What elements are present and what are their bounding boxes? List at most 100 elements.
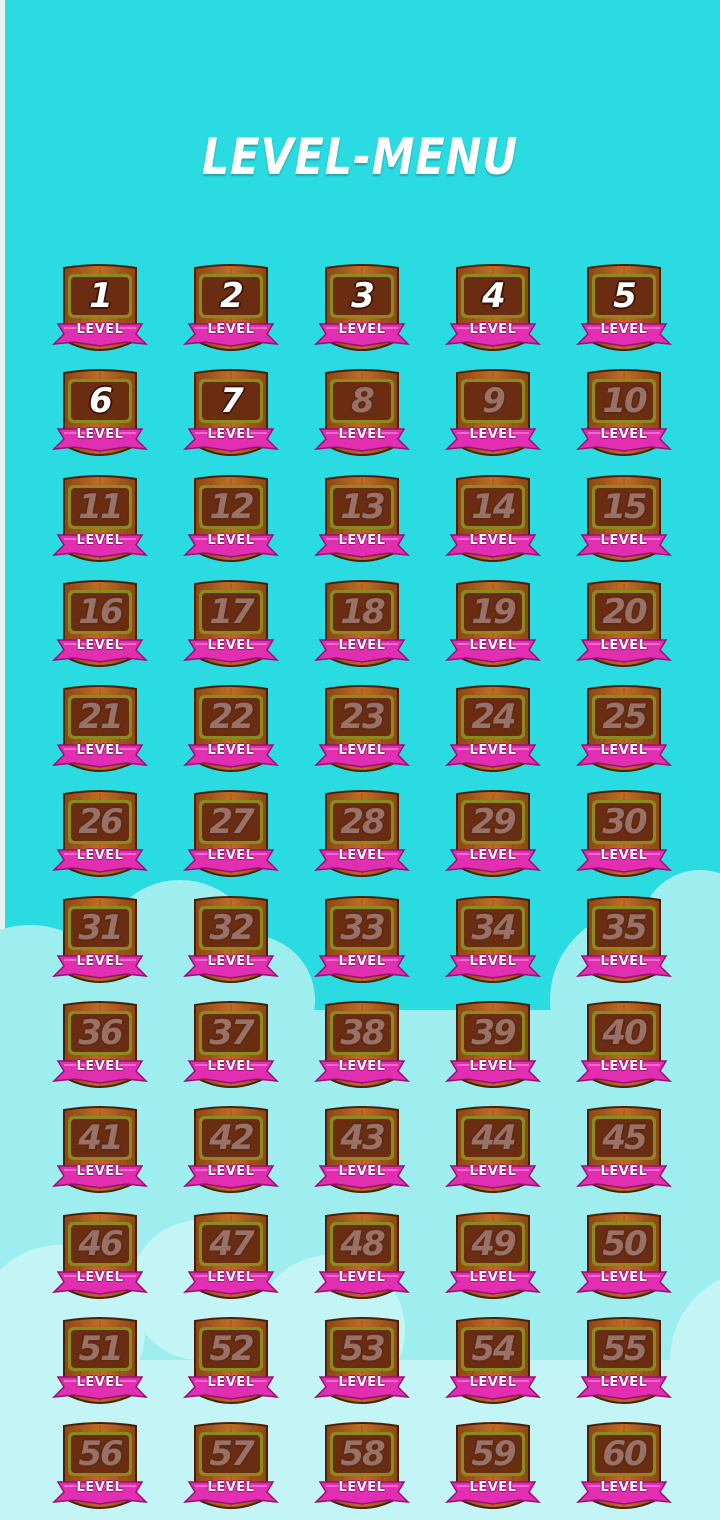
level-button-15[interactable]: 15 LEVEL [574, 473, 674, 573]
level-label: LEVEL [600, 1374, 648, 1390]
page-title: LEVEL-MENU [201, 128, 519, 186]
level-button-16[interactable]: 16 LEVEL [50, 578, 150, 678]
level-label: LEVEL [76, 427, 124, 443]
level-number: 58 [340, 1434, 385, 1475]
level-label: LEVEL [338, 637, 386, 653]
level-button-5[interactable]: 5 LEVEL [574, 262, 674, 362]
level-button-11[interactable]: 11 LEVEL [50, 473, 150, 573]
level-label: LEVEL [600, 322, 648, 337]
level-number: 2 [220, 276, 244, 316]
level-button-44[interactable]: 44 LEVEL [443, 1104, 543, 1204]
level-number: 56 [78, 1434, 123, 1475]
level-button-34[interactable]: 34 LEVEL [443, 894, 543, 994]
level-button-40[interactable]: 40 LEVEL [574, 999, 674, 1099]
level-number: 18 [340, 591, 385, 632]
level-button-53[interactable]: 53 LEVEL [312, 1315, 412, 1415]
level-label: LEVEL [207, 427, 255, 443]
level-button-29[interactable]: 29 LEVEL [443, 788, 543, 888]
level-button-18[interactable]: 18 LEVEL [312, 578, 412, 678]
level-button-46[interactable]: 46 LEVEL [50, 1210, 150, 1310]
level-label: LEVEL [469, 1059, 517, 1075]
level-button-14[interactable]: 14 LEVEL [443, 473, 543, 573]
level-button-22[interactable]: 22 LEVEL [181, 683, 281, 783]
level-number: 60 [602, 1434, 647, 1475]
level-button-39[interactable]: 39 LEVEL [443, 999, 543, 1099]
level-button-19[interactable]: 19 LEVEL [443, 578, 543, 678]
level-button-30[interactable]: 30 LEVEL [574, 788, 674, 888]
level-label: LEVEL [600, 743, 648, 759]
level-number: 39 [471, 1013, 516, 1054]
level-button-54[interactable]: 54 LEVEL [443, 1315, 543, 1415]
level-number: 49 [471, 1223, 516, 1264]
level-button-21[interactable]: 21 LEVEL [50, 683, 150, 783]
level-label: LEVEL [338, 1374, 386, 1390]
level-label: LEVEL [338, 532, 386, 548]
level-label: LEVEL [338, 953, 386, 969]
level-button-17[interactable]: 17 LEVEL [181, 578, 281, 678]
level-number: 34 [471, 907, 516, 948]
level-number: 27 [209, 802, 254, 843]
level-label: LEVEL [469, 953, 517, 969]
level-label: LEVEL [76, 322, 124, 337]
level-button-45[interactable]: 45 LEVEL [574, 1104, 674, 1204]
level-button-56[interactable]: 56 LEVEL [50, 1420, 150, 1520]
level-button-10[interactable]: 10 LEVEL [574, 367, 674, 467]
level-button-48[interactable]: 48 LEVEL [312, 1210, 412, 1310]
level-label: LEVEL [76, 1059, 124, 1075]
level-button-1[interactable]: 1 LEVEL [50, 262, 150, 362]
level-number: 8 [351, 381, 375, 422]
level-button-4[interactable]: 4 LEVEL [443, 262, 543, 362]
level-label: LEVEL [338, 1269, 386, 1285]
level-number: 35 [602, 907, 647, 948]
level-label: LEVEL [76, 532, 124, 548]
level-button-57[interactable]: 57 LEVEL [181, 1420, 281, 1520]
level-button-28[interactable]: 28 LEVEL [312, 788, 412, 888]
level-button-20[interactable]: 20 LEVEL [574, 578, 674, 678]
level-number: 41 [78, 1118, 123, 1159]
level-button-50[interactable]: 50 LEVEL [574, 1210, 674, 1310]
level-button-12[interactable]: 12 LEVEL [181, 473, 281, 573]
level-button-49[interactable]: 49 LEVEL [443, 1210, 543, 1310]
level-button-47[interactable]: 47 LEVEL [181, 1210, 281, 1310]
level-button-3[interactable]: 3 LEVEL [312, 262, 412, 362]
level-button-36[interactable]: 36 LEVEL [50, 999, 150, 1099]
level-button-9[interactable]: 9 LEVEL [443, 367, 543, 467]
level-button-37[interactable]: 37 LEVEL [181, 999, 281, 1099]
level-number: 37 [209, 1013, 254, 1054]
level-button-27[interactable]: 27 LEVEL [181, 788, 281, 888]
level-button-35[interactable]: 35 LEVEL [574, 894, 674, 994]
level-button-38[interactable]: 38 LEVEL [312, 999, 412, 1099]
level-button-42[interactable]: 42 LEVEL [181, 1104, 281, 1204]
level-label: LEVEL [600, 1059, 648, 1075]
level-button-2[interactable]: 2 LEVEL [181, 262, 281, 362]
level-button-59[interactable]: 59 LEVEL [443, 1420, 543, 1520]
level-button-8[interactable]: 8 LEVEL [312, 367, 412, 467]
level-button-58[interactable]: 58 LEVEL [312, 1420, 412, 1520]
level-button-24[interactable]: 24 LEVEL [443, 683, 543, 783]
level-button-51[interactable]: 51 LEVEL [50, 1315, 150, 1415]
level-button-23[interactable]: 23 LEVEL [312, 683, 412, 783]
level-number: 19 [471, 591, 516, 632]
level-number: 51 [78, 1328, 123, 1369]
level-number: 9 [482, 381, 506, 422]
level-button-41[interactable]: 41 LEVEL [50, 1104, 150, 1204]
level-button-55[interactable]: 55 LEVEL [574, 1315, 674, 1415]
level-label: LEVEL [338, 322, 386, 337]
level-button-52[interactable]: 52 LEVEL [181, 1315, 281, 1415]
level-button-25[interactable]: 25 LEVEL [574, 683, 674, 783]
level-button-6[interactable]: 6 LEVEL [50, 367, 150, 467]
level-button-31[interactable]: 31 LEVEL [50, 894, 150, 994]
level-button-33[interactable]: 33 LEVEL [312, 894, 412, 994]
level-number: 14 [471, 486, 516, 527]
level-label: LEVEL [338, 1059, 386, 1075]
level-button-43[interactable]: 43 LEVEL [312, 1104, 412, 1204]
level-label: LEVEL [207, 532, 255, 548]
level-number: 21 [78, 697, 123, 738]
level-label: LEVEL [469, 1374, 517, 1390]
level-button-60[interactable]: 60 LEVEL [574, 1420, 674, 1520]
level-button-13[interactable]: 13 LEVEL [312, 473, 412, 573]
level-button-32[interactable]: 32 LEVEL [181, 894, 281, 994]
level-label: LEVEL [338, 743, 386, 759]
level-button-7[interactable]: 7 LEVEL [181, 367, 281, 467]
level-button-26[interactable]: 26 LEVEL [50, 788, 150, 888]
